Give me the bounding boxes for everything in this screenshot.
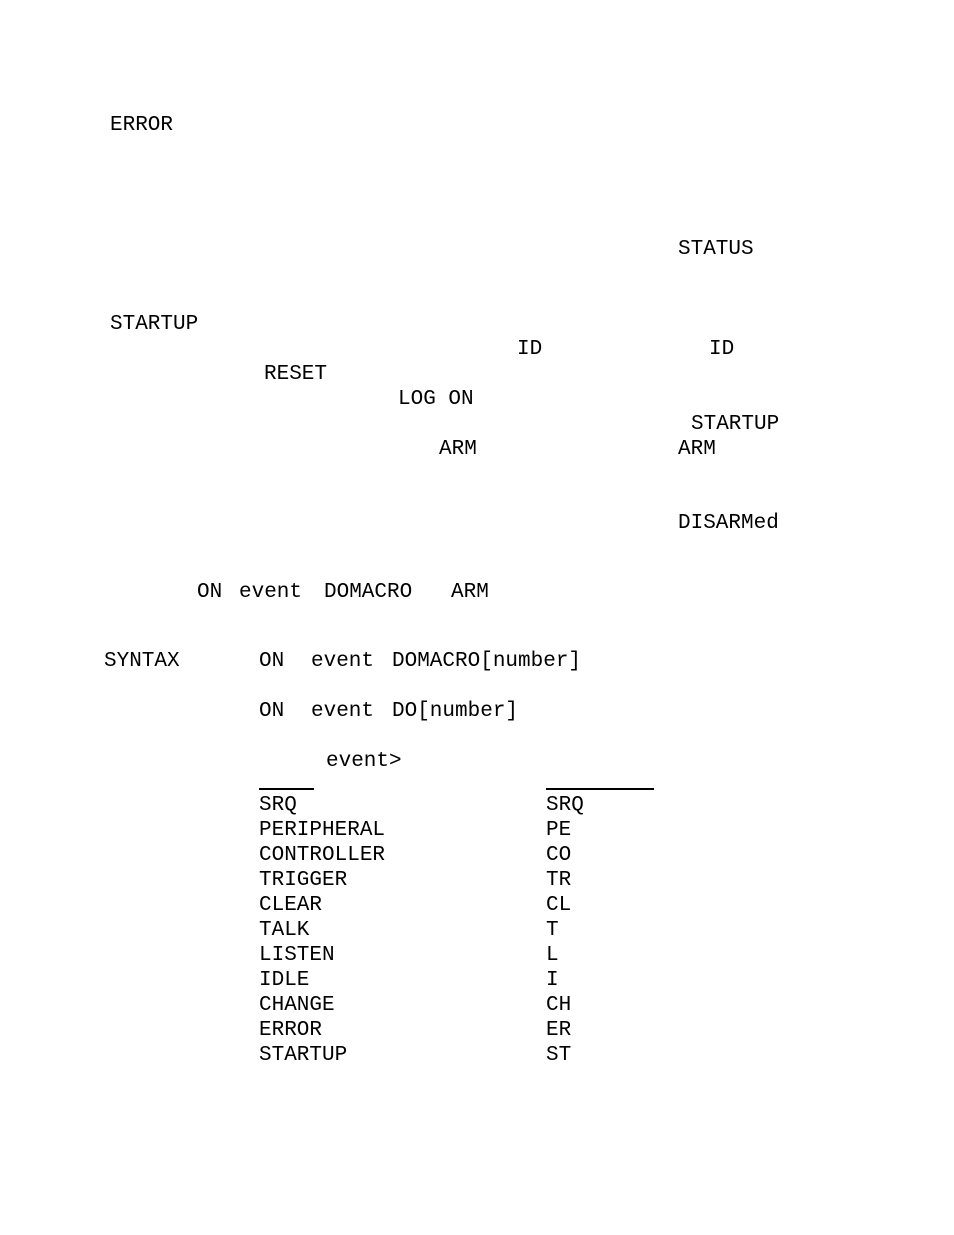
token-event-1: event bbox=[239, 580, 302, 605]
table-cell-name: STARTUP bbox=[259, 1043, 347, 1068]
token-domacro-1: DOMACRO bbox=[324, 580, 412, 605]
token-on-1: ON bbox=[197, 580, 222, 605]
token-error: ERROR bbox=[110, 113, 173, 138]
table-cell-abbrev: CO bbox=[546, 843, 571, 868]
table-cell-abbrev: ST bbox=[546, 1043, 571, 1068]
token-arm-1: ARM bbox=[439, 437, 477, 462]
table-cell-abbrev: CL bbox=[546, 893, 571, 918]
table-cell-abbrev: CH bbox=[546, 993, 571, 1018]
token-on-3: ON bbox=[259, 699, 284, 724]
token-disarmed: DISARMed bbox=[678, 511, 779, 536]
token-event-2: event bbox=[311, 649, 374, 674]
table-cell-name: TALK bbox=[259, 918, 309, 943]
table-cell-name: CHANGE bbox=[259, 993, 335, 1018]
table-cell-name: ERROR bbox=[259, 1018, 322, 1043]
token-domacro-number: DOMACRO[number] bbox=[392, 649, 581, 674]
table-cell-abbrev: L bbox=[546, 943, 559, 968]
underline-col2 bbox=[546, 788, 654, 790]
table-cell-abbrev: I bbox=[546, 968, 559, 993]
table-cell-name: CONTROLLER bbox=[259, 843, 385, 868]
underline-col1 bbox=[259, 788, 314, 790]
table-cell-name: SRQ bbox=[259, 793, 297, 818]
token-id-1: ID bbox=[517, 337, 542, 362]
token-id-2: ID bbox=[709, 337, 734, 362]
token-do-number: DO[number] bbox=[392, 699, 518, 724]
token-event-3: event bbox=[311, 699, 374, 724]
token-startup-1: STARTUP bbox=[110, 312, 198, 337]
token-reset: RESET bbox=[264, 362, 327, 387]
table-cell-name: PERIPHERAL bbox=[259, 818, 385, 843]
token-arm-3: ARM bbox=[451, 580, 489, 605]
token-event-gt: event> bbox=[326, 749, 402, 774]
table-cell-abbrev: SRQ bbox=[546, 793, 584, 818]
table-cell-name: LISTEN bbox=[259, 943, 335, 968]
token-on-2: ON bbox=[259, 649, 284, 674]
table-cell-abbrev: ER bbox=[546, 1018, 571, 1043]
token-logon: LOG ON bbox=[398, 387, 474, 412]
table-cell-name: CLEAR bbox=[259, 893, 322, 918]
token-status: STATUS bbox=[678, 237, 754, 262]
label-syntax: SYNTAX bbox=[104, 649, 180, 674]
table-cell-name: TRIGGER bbox=[259, 868, 347, 893]
table-cell-abbrev: TR bbox=[546, 868, 571, 893]
token-arm-2: ARM bbox=[678, 437, 716, 462]
token-startup-2: STARTUP bbox=[691, 412, 779, 437]
table-cell-name: IDLE bbox=[259, 968, 309, 993]
table-cell-abbrev: PE bbox=[546, 818, 571, 843]
table-cell-abbrev: T bbox=[546, 918, 559, 943]
